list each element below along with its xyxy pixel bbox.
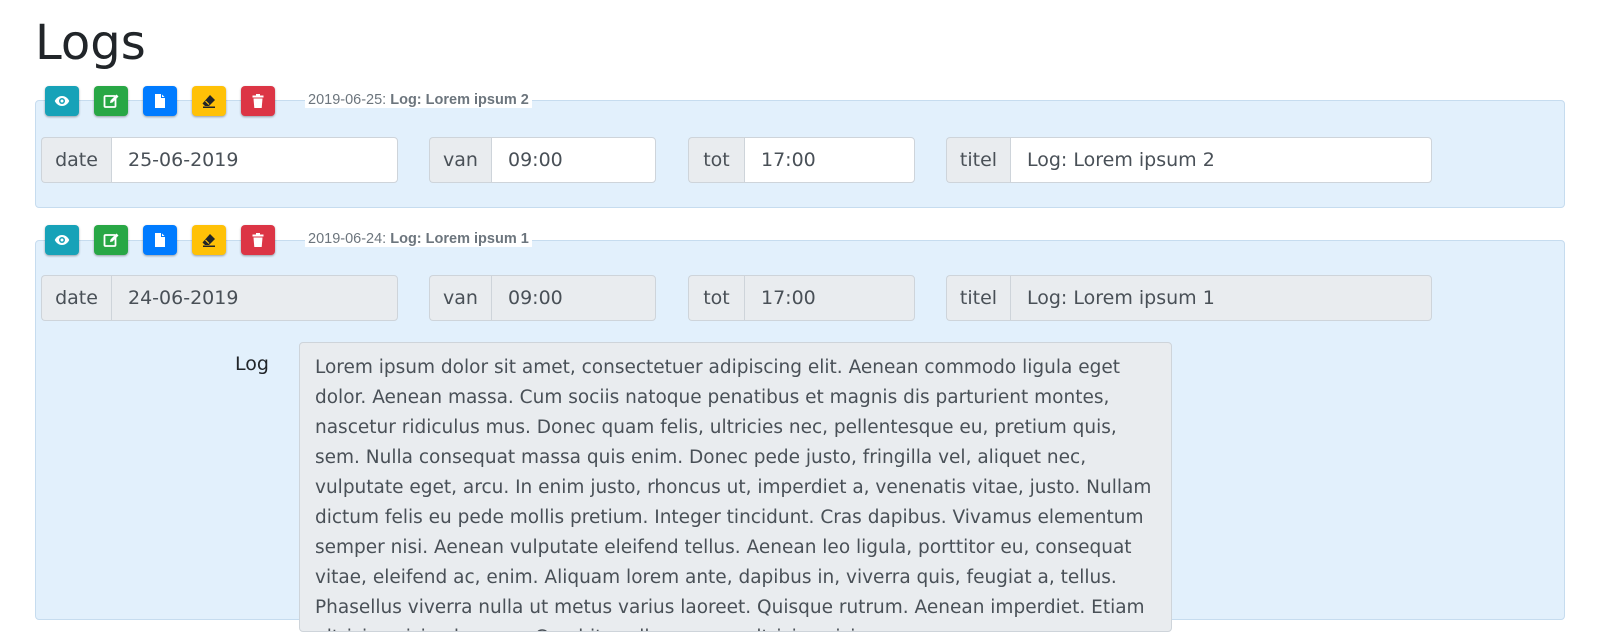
document-button[interactable] — [143, 225, 177, 255]
date-label: date — [41, 275, 111, 321]
to-time-field[interactable]: 17:00 — [744, 275, 915, 321]
eraser-icon — [202, 234, 215, 247]
page-title: Logs — [35, 15, 146, 71]
view-button[interactable] — [45, 225, 79, 255]
to-group: tot 17:00 — [688, 137, 915, 183]
legend-title: Log: Lorem ipsum 2 — [390, 92, 529, 108]
legend-title: Log: Lorem ipsum 1 — [390, 231, 529, 247]
title-group: titel Log: Lorem ipsum 1 — [946, 275, 1432, 321]
delete-button[interactable] — [241, 86, 275, 116]
date-group: date 25-06-2019 — [41, 137, 398, 183]
file-icon — [155, 94, 165, 108]
from-time-field[interactable]: 09:00 — [491, 137, 656, 183]
title-label: titel — [946, 275, 1010, 321]
title-field[interactable]: Log: Lorem ipsum 1 — [1010, 275, 1432, 321]
edit-icon — [103, 233, 119, 247]
edit-button[interactable] — [94, 225, 128, 255]
eraser-icon — [202, 95, 215, 108]
title-label: titel — [946, 137, 1010, 183]
legend-date: 2019-06-24: — [308, 231, 387, 247]
log-textarea[interactable]: Lorem ipsum dolor sit amet, consectetuer… — [299, 342, 1172, 632]
date-field[interactable]: 24-06-2019 — [111, 275, 398, 321]
erase-button[interactable] — [192, 86, 226, 116]
edit-icon — [103, 94, 119, 108]
from-time-field[interactable]: 09:00 — [491, 275, 656, 321]
from-label: van — [429, 137, 491, 183]
date-label: date — [41, 137, 111, 183]
from-label: van — [429, 275, 491, 321]
date-group: date 24-06-2019 — [41, 275, 398, 321]
trash-icon — [252, 94, 264, 108]
file-icon — [155, 233, 165, 247]
view-button[interactable] — [45, 86, 79, 116]
eye-icon — [54, 235, 70, 245]
title-field[interactable]: Log: Lorem ipsum 2 — [1010, 137, 1432, 183]
document-button[interactable] — [143, 86, 177, 116]
to-time-field[interactable]: 17:00 — [744, 137, 915, 183]
eye-icon — [54, 96, 70, 106]
erase-button[interactable] — [192, 225, 226, 255]
edit-button[interactable] — [94, 86, 128, 116]
log-legend: 2019-06-24: Log: Lorem ipsum 1 — [305, 231, 532, 247]
legend-date: 2019-06-25: — [308, 92, 387, 108]
delete-button[interactable] — [241, 225, 275, 255]
to-group: tot 17:00 — [688, 275, 915, 321]
log-label: Log — [235, 353, 269, 375]
trash-icon — [252, 233, 264, 247]
to-label: tot — [688, 137, 744, 183]
from-group: van 09:00 — [429, 137, 656, 183]
log-legend: 2019-06-25: Log: Lorem ipsum 2 — [305, 92, 532, 108]
to-label: tot — [688, 275, 744, 321]
log-toolbar — [45, 86, 290, 116]
log-toolbar — [45, 225, 290, 255]
from-group: van 09:00 — [429, 275, 656, 321]
title-group: titel Log: Lorem ipsum 2 — [946, 137, 1432, 183]
date-field[interactable]: 25-06-2019 — [111, 137, 398, 183]
